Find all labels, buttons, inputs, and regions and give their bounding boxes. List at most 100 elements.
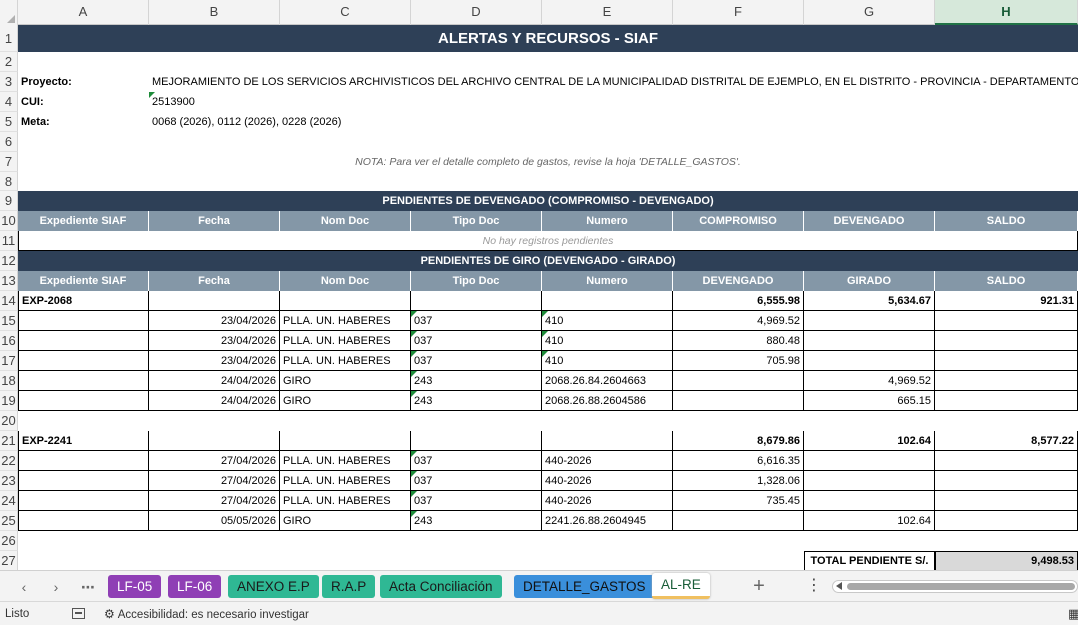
sheet-tab-lf-06[interactable]: LF-06 <box>168 575 222 598</box>
item-girado[interactable] <box>804 311 935 331</box>
item-numero[interactable]: 2068.26.88.2604586 <box>542 391 673 411</box>
expediente-girado[interactable]: 102.64 <box>804 431 935 451</box>
accessibility-status[interactable]: ⚙ Accesibilidad: es necesario investigar <box>104 602 309 625</box>
row-header-23[interactable]: 23 <box>0 471 18 491</box>
exp-cell[interactable] <box>542 431 673 451</box>
row-header-4[interactable]: 4 <box>0 92 18 112</box>
item-blank[interactable] <box>18 371 149 391</box>
more-sheets-icon[interactable]: ⋯ <box>76 577 100 597</box>
item-nom-doc[interactable]: PLLA. UN. HABERES <box>280 491 411 511</box>
scroll-left-icon[interactable] <box>836 582 842 590</box>
cui-value[interactable]: 2513900 <box>149 92 280 112</box>
expediente-devengado[interactable]: 8,679.86 <box>673 431 804 451</box>
sheet-tab-al-re[interactable]: AL-RE <box>652 573 710 599</box>
item-fecha[interactable]: 27/04/2026 <box>149 471 280 491</box>
item-saldo[interactable] <box>935 471 1078 491</box>
row-header-2[interactable]: 2 <box>0 52 18 72</box>
item-saldo[interactable] <box>935 371 1078 391</box>
row-header-14[interactable]: 14 <box>0 291 18 311</box>
row-header-11[interactable]: 11 <box>0 231 18 251</box>
row-header-16[interactable]: 16 <box>0 331 18 351</box>
expediente-devengado[interactable]: 6,555.98 <box>673 291 804 311</box>
item-saldo[interactable] <box>935 511 1078 531</box>
item-girado[interactable] <box>804 471 935 491</box>
sheet-tab-r-a-p[interactable]: R.A.P <box>322 575 376 598</box>
row-header-24[interactable]: 24 <box>0 491 18 511</box>
item-blank[interactable] <box>18 451 149 471</box>
item-saldo[interactable] <box>935 491 1078 511</box>
item-fecha[interactable]: 27/04/2026 <box>149 491 280 511</box>
item-devengado[interactable] <box>673 371 804 391</box>
row-header-19[interactable]: 19 <box>0 391 18 411</box>
item-fecha[interactable]: 23/04/2026 <box>149 351 280 371</box>
item-devengado[interactable]: 880.48 <box>673 331 804 351</box>
item-tipo-doc[interactable]: 243 <box>411 511 542 531</box>
item-nom-doc[interactable]: GIRO <box>280 511 411 531</box>
column-header-h[interactable]: H <box>935 0 1078 25</box>
item-girado[interactable] <box>804 491 935 511</box>
item-saldo[interactable] <box>935 351 1078 371</box>
item-blank[interactable] <box>18 331 149 351</box>
item-tipo-doc[interactable]: 037 <box>411 471 542 491</box>
item-numero[interactable]: 440-2026 <box>542 491 673 511</box>
row-header-25[interactable]: 25 <box>0 511 18 531</box>
item-saldo[interactable] <box>935 451 1078 471</box>
row-header-17[interactable]: 17 <box>0 351 18 371</box>
expediente-saldo[interactable]: 8,577.22 <box>935 431 1078 451</box>
item-numero[interactable]: 440-2026 <box>542 471 673 491</box>
spreadsheet-grid[interactable]: ABCDEFGH 1 ALERTAS Y RECURSOS - SIAF 2 3 Pro… <box>0 0 1078 570</box>
item-devengado[interactable] <box>673 511 804 531</box>
item-saldo[interactable] <box>935 311 1078 331</box>
row-header-8[interactable]: 8 <box>0 172 18 191</box>
normal-view-icon[interactable]: ▦ <box>1068 602 1078 625</box>
total-value[interactable]: 9,498.53 <box>935 551 1078 570</box>
item-nom-doc[interactable]: PLLA. UN. HABERES <box>280 451 411 471</box>
item-tipo-doc[interactable]: 243 <box>411 391 542 411</box>
item-fecha[interactable]: 24/04/2026 <box>149 391 280 411</box>
row-header-3[interactable]: 3 <box>0 72 18 92</box>
column-header-g[interactable]: G <box>804 0 935 25</box>
row-header-18[interactable]: 18 <box>0 371 18 391</box>
item-devengado[interactable] <box>673 391 804 411</box>
expediente-id[interactable]: EXP-2068 <box>18 291 149 311</box>
proyecto-value[interactable]: MEJORAMIENTO DE LOS SERVICIOS ARCHIVISTI… <box>149 72 1078 92</box>
item-numero[interactable]: 410 <box>542 311 673 331</box>
row-header-26[interactable]: 26 <box>0 531 18 551</box>
item-devengado[interactable]: 1,328.06 <box>673 471 804 491</box>
item-fecha[interactable]: 23/04/2026 <box>149 311 280 331</box>
sheet-tab-acta-conciliaci-n[interactable]: Acta Conciliación <box>380 575 502 598</box>
item-tipo-doc[interactable]: 037 <box>411 351 542 371</box>
item-tipo-doc[interactable]: 037 <box>411 331 542 351</box>
item-devengado[interactable]: 4,969.52 <box>673 311 804 331</box>
sheet-options-icon[interactable]: ⋮ <box>806 575 822 598</box>
next-sheet-icon[interactable]: › <box>44 577 68 597</box>
exp-cell[interactable] <box>149 291 280 311</box>
item-fecha[interactable]: 27/04/2026 <box>149 451 280 471</box>
exp-cell[interactable] <box>280 291 411 311</box>
row-header-9[interactable]: 9 <box>0 191 18 211</box>
item-saldo[interactable] <box>935 331 1078 351</box>
row-header-1[interactable]: 1 <box>0 25 18 52</box>
expediente-girado[interactable]: 5,634.67 <box>804 291 935 311</box>
row-header-5[interactable]: 5 <box>0 112 18 132</box>
exp-cell[interactable] <box>542 291 673 311</box>
meta-value[interactable]: 0068 (2026), 0112 (2026), 0228 (2026) <box>149 112 1078 132</box>
item-fecha[interactable]: 23/04/2026 <box>149 331 280 351</box>
item-nom-doc[interactable]: GIRO <box>280 391 411 411</box>
item-nom-doc[interactable]: GIRO <box>280 371 411 391</box>
expediente-id[interactable]: EXP-2241 <box>18 431 149 451</box>
select-all-corner[interactable] <box>0 0 18 25</box>
row-header-7[interactable]: 7 <box>0 152 18 172</box>
item-numero[interactable]: 2068.26.84.2604663 <box>542 371 673 391</box>
prev-sheet-icon[interactable]: ‹ <box>12 577 36 597</box>
exp-cell[interactable] <box>149 431 280 451</box>
item-nom-doc[interactable]: PLLA. UN. HABERES <box>280 351 411 371</box>
item-blank[interactable] <box>18 491 149 511</box>
item-blank[interactable] <box>18 351 149 371</box>
item-tipo-doc[interactable]: 037 <box>411 451 542 471</box>
column-header-b[interactable]: B <box>149 0 280 25</box>
item-girado[interactable] <box>804 331 935 351</box>
column-header-a[interactable]: A <box>18 0 149 25</box>
row-header-13[interactable]: 13 <box>0 271 18 291</box>
item-numero[interactable]: 410 <box>542 351 673 371</box>
